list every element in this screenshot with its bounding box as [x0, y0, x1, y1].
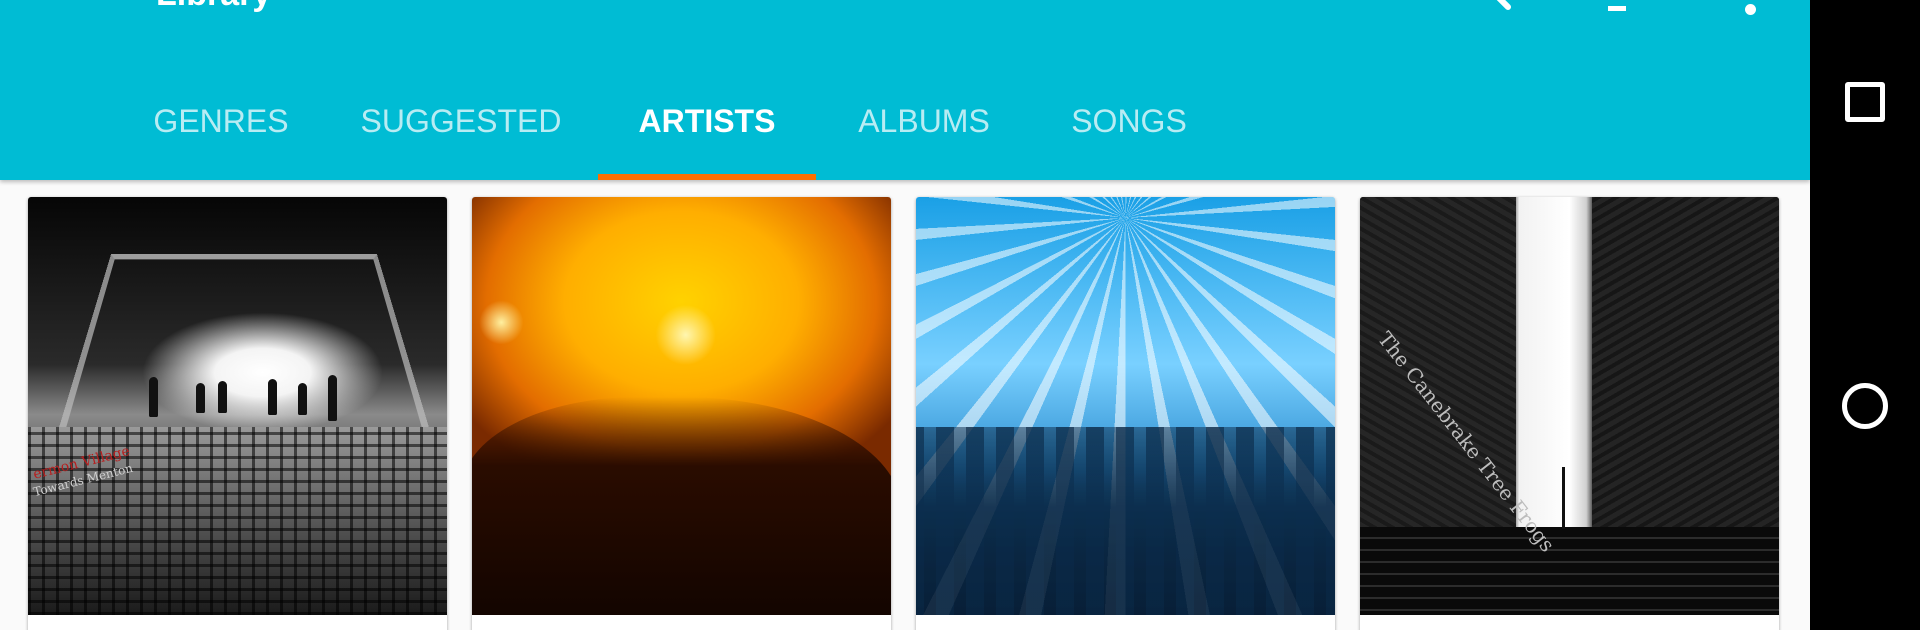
- artist-card[interactable]: [916, 197, 1335, 630]
- artist-artwork-alley: The Canebrake Tree Frogs: [1360, 197, 1779, 615]
- artist-artwork-orange-crowd: [472, 197, 891, 615]
- tab-songs[interactable]: SONGS: [1050, 86, 1208, 180]
- search-icon[interactable]: [1466, 0, 1522, 16]
- artist-card[interactable]: ermon Village Towards Menton: [28, 197, 447, 630]
- street-lamp: [1562, 467, 1565, 529]
- artist-card[interactable]: The Canebrake Tree Frogs: [1360, 197, 1779, 630]
- silhouette: [218, 381, 227, 413]
- artist-grid: ermon Village Towards Menton The Canebra…: [0, 180, 1810, 630]
- active-tab-indicator: [598, 174, 816, 180]
- silhouette: [328, 375, 337, 421]
- more-vert-icon-dot: [1745, 4, 1756, 15]
- silhouette: [298, 383, 307, 415]
- app-bar: Library GENRES SUGGESTED ARTISTS ALBUMS …: [0, 0, 1810, 180]
- system-nav-bar: [1810, 0, 1920, 630]
- app-screen: Library GENRES SUGGESTED ARTISTS ALBUMS …: [0, 0, 1810, 630]
- artist-artwork-tunnel: ermon Village Towards Menton: [28, 197, 447, 615]
- tab-suggested[interactable]: SUGGESTED: [352, 86, 570, 180]
- artist-card[interactable]: [472, 197, 891, 630]
- search-icon-handle: [1493, 0, 1513, 12]
- tab-bar: GENRES SUGGESTED ARTISTS ALBUMS SONGS: [0, 86, 1810, 180]
- tunnel-roof: [55, 254, 433, 440]
- queue-icon-bar: [1608, 6, 1626, 11]
- alley-steps: [1360, 527, 1779, 615]
- page-title: Library: [156, 0, 271, 14]
- crowd-silhouette: [472, 397, 891, 615]
- artist-artwork-blue-crowd: [916, 197, 1335, 615]
- queue-icon[interactable]: [1600, 0, 1636, 16]
- silhouette: [149, 377, 158, 417]
- crowd-silhouette: [916, 427, 1335, 615]
- silhouette: [268, 379, 277, 415]
- toolbar: Library: [0, 0, 1810, 26]
- menu-icon[interactable]: [46, 0, 98, 12]
- more-vert-icon[interactable]: [1736, 0, 1764, 20]
- tab-albums[interactable]: ALBUMS: [836, 86, 1012, 180]
- tab-artists[interactable]: ARTISTS: [598, 86, 816, 180]
- silhouette: [196, 383, 205, 413]
- recents-icon[interactable]: [1845, 82, 1885, 122]
- tab-genres[interactable]: GENRES: [130, 86, 312, 180]
- home-icon[interactable]: [1842, 383, 1888, 429]
